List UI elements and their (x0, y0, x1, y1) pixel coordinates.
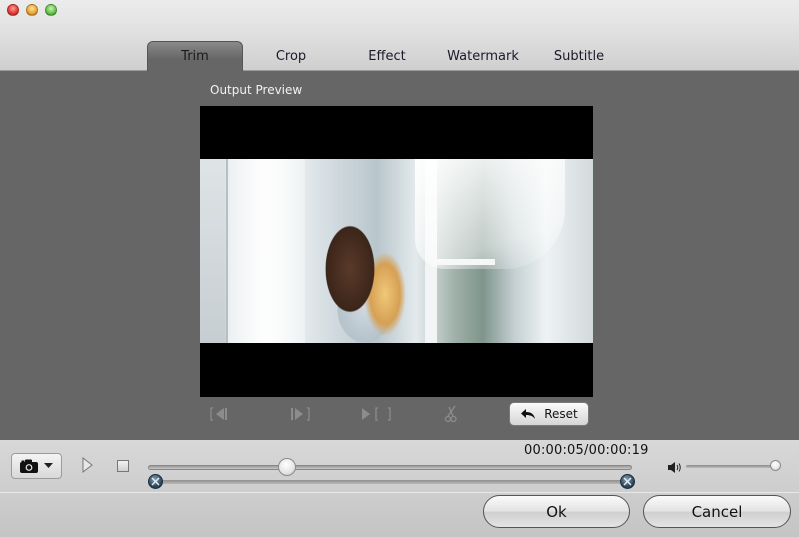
video-frame-image (200, 159, 593, 343)
scene-curtain-left (225, 159, 305, 343)
video-preview (200, 106, 593, 397)
chevron-down-icon (44, 463, 53, 468)
cut-button[interactable] (444, 404, 458, 424)
reset-button[interactable]: Reset (509, 402, 589, 426)
tab-watermark[interactable]: Watermark (435, 41, 531, 71)
scene-curtain-right (415, 159, 565, 269)
progress-slider-track[interactable] (148, 465, 632, 470)
mark-out-icon (291, 407, 310, 421)
scissors-icon (623, 477, 632, 486)
trim-start-handle[interactable] (148, 474, 163, 489)
play-icon (82, 456, 93, 474)
volume-slider-thumb[interactable] (770, 460, 781, 471)
reset-label: Reset (544, 407, 578, 421)
zoom-window-button[interactable] (45, 4, 57, 16)
play-selection-icon (362, 407, 391, 421)
tab-effect[interactable]: Effect (339, 41, 435, 71)
trim-end-handle[interactable] (620, 474, 635, 489)
window-controls (7, 4, 57, 16)
minimize-window-button[interactable] (26, 4, 38, 16)
close-window-button[interactable] (7, 4, 19, 16)
camera-icon (20, 459, 38, 473)
undo-arrow-icon (521, 409, 536, 419)
mark-out-button[interactable] (289, 404, 311, 424)
cancel-button[interactable]: Cancel (643, 495, 791, 528)
volume-button[interactable] (668, 459, 682, 478)
playback-bar: 00:00:05/00:00:19 Ok Cancel (0, 440, 799, 537)
progress-slider-thumb[interactable] (277, 458, 296, 476)
tab-subtitle[interactable]: Subtitle (531, 41, 627, 71)
stop-button[interactable] (117, 460, 129, 472)
scene-shelf (200, 159, 228, 343)
speaker-icon (668, 462, 681, 473)
total-time: 00:00:19 (588, 443, 649, 458)
title-tab-bar: Trim Crop Effect Watermark Subtitle (0, 0, 799, 71)
play-button[interactable] (82, 456, 94, 477)
tab-trim[interactable]: Trim (147, 41, 243, 71)
trim-editor-window: Trim Crop Effect Watermark Subtitle Outp… (0, 0, 799, 537)
divider (0, 492, 799, 493)
current-time: 00:00:05 (524, 443, 584, 458)
volume-slider-track[interactable] (686, 465, 776, 468)
output-preview-label: Output Preview (210, 83, 303, 97)
scissors-icon (444, 405, 457, 423)
snapshot-button[interactable] (11, 453, 62, 479)
time-display: 00:00:05/00:00:19 (524, 443, 649, 458)
scissors-icon (151, 477, 160, 486)
trim-range-track[interactable] (155, 480, 627, 484)
mark-in-icon (210, 407, 227, 421)
editor-tabs: Trim Crop Effect Watermark Subtitle (147, 41, 627, 71)
mark-in-button[interactable] (210, 404, 232, 424)
play-selection-button[interactable] (361, 404, 393, 424)
tab-crop[interactable]: Crop (243, 41, 339, 71)
ok-button[interactable]: Ok (483, 495, 630, 528)
